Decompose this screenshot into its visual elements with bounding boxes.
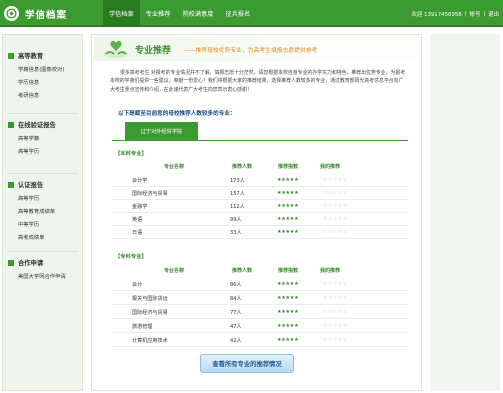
table-row: 英语 99人 ★★★★★ ☆☆☆☆☆ <box>112 214 408 226</box>
intro-paragraph: 很多高考考生 对报考的专业情况并不了解，填报志愿十分茫然，请您根据本校自身专业的… <box>110 70 406 93</box>
my-rating-stars[interactable]: ☆☆☆☆☆ <box>323 229 348 235</box>
table-row: 国际经济与贸易 157人 ★★★★★ ☆☆☆☆☆ <box>112 188 408 200</box>
table-row: 旅游管理 47人 ★★★★★ ☆☆☆☆☆ <box>112 321 408 333</box>
recommend-index-stars: ★★★★★ <box>277 216 299 222</box>
sidebar-item-degree[interactable]: 学历信息 <box>3 75 82 88</box>
sidebar-item-cert-transcript[interactable]: 高等教育成绩单 <box>3 204 82 217</box>
table-row: 国际经济与贸易 77人 ★★★★★ ☆☆☆☆☆ <box>112 307 408 319</box>
logo-text: 学信档案 <box>25 9 68 21</box>
sidebar-section-online-verify: 在线验证报告 高等学籍 高等学历 <box>3 118 82 157</box>
sidebar-section-higher-edu: 高等教育 学籍信息(图像校对) 学历信息 考研信息 <box>3 49 82 101</box>
heart-hands-icon <box>104 40 128 58</box>
table-row: 报关与国际货运 84人 ★★★★★ ☆☆☆☆☆ <box>112 293 408 305</box>
table-row: 会计学 173人 ★★★★★ ☆☆☆☆☆ <box>112 175 408 187</box>
recommend-index-stars: ★★★★★ <box>277 295 299 301</box>
square-bullet-icon <box>8 181 14 188</box>
recommend-index-stars: ★★★★★ <box>277 337 299 343</box>
sidebar-section-cooperation: 合作申请 美国大学网合作申请 <box>3 256 82 282</box>
page-title: 专业推荐 <box>135 46 172 56</box>
sidebar-section-title: 合作申请 <box>3 256 82 269</box>
square-bullet-icon <box>8 121 14 128</box>
my-rating-stars[interactable]: ☆☆☆☆☆ <box>323 177 348 183</box>
right-decor-column <box>430 34 500 391</box>
my-rating-stars[interactable]: ☆☆☆☆☆ <box>323 203 348 209</box>
user-area: 欢迎 13917456958 | 帐号 | 退出 <box>411 10 499 18</box>
sidebar-item-verify-degree[interactable]: 高等学历 <box>3 144 82 157</box>
my-rating-stars[interactable]: ☆☆☆☆☆ <box>323 216 348 222</box>
nav-item-conscription[interactable]: 征兵报名 <box>219 0 256 27</box>
table-row: 金融学 112人 ★★★★★ ☆☆☆☆☆ <box>112 201 408 213</box>
logout-link[interactable]: 退出 <box>488 10 499 18</box>
my-rating-stars[interactable]: ☆☆☆☆☆ <box>323 281 348 287</box>
nav-item-satisfaction[interactable]: 院校满意度 <box>177 0 220 27</box>
recommend-index-stars: ★★★★★ <box>277 309 299 315</box>
table-header: 专业名称 推荐人数 推荐指数 我的推荐 <box>164 268 341 274</box>
sidebar-item-cert-degree[interactable]: 高等学历 <box>3 191 82 204</box>
seal-logo-icon <box>4 6 19 21</box>
account-link[interactable]: 帐号 <box>470 10 481 18</box>
recommend-index-stars: ★★★★★ <box>277 281 299 287</box>
site-logo[interactable]: 学信档案 <box>4 4 67 23</box>
nav-item-archive[interactable]: 学信档案 <box>103 0 140 27</box>
main-nav: 学信档案 专业推荐 院校满意度 征兵报名 <box>103 0 256 27</box>
group-label-undergrad: 【本科专业】 <box>115 151 147 157</box>
view-all-recommendations-button[interactable]: 查看所有专业的推荐情况 <box>200 354 294 373</box>
table-row: 会计 86人 ★★★★★ ☆☆☆☆☆ <box>112 279 408 291</box>
my-rating-stars[interactable]: ☆☆☆☆☆ <box>323 309 348 315</box>
square-bullet-icon <box>8 52 14 59</box>
sidebar-item-verify-enrollment[interactable]: 高等学籍 <box>3 131 82 144</box>
page-banner: 专业推荐 ——推荐母校优势专业，为高考生填报志愿提供参考 <box>94 37 420 61</box>
page-subtitle: ——推荐母校优势专业，为高考生填报志愿提供参考 <box>184 48 318 54</box>
welcome-text: 欢迎 13917456958 <box>411 11 462 18</box>
recommend-heading: 以下是截至目前您的母校推荐人数较多的专业： <box>118 111 236 117</box>
tab-school[interactable]: 辽宁对外经贸学院 <box>125 122 198 140</box>
recommend-index-stars: ★★★★★ <box>277 190 299 196</box>
recommend-index-stars: ★★★★★ <box>277 323 299 329</box>
sidebar-item-us-university[interactable]: 美国大学网合作申请 <box>3 269 82 282</box>
nav-item-major-recommend[interactable]: 专业推荐 <box>140 0 177 27</box>
sidebar-section-certification: 认证报告 高等学历 高等教育成绩单 中等学历 高考成绩单 <box>3 178 82 243</box>
my-rating-stars[interactable]: ☆☆☆☆☆ <box>323 190 348 196</box>
main-content: 专业推荐 ——推荐母校优势专业，为高考生填报志愿提供参考 很多高考考生 对报考的… <box>91 34 422 391</box>
table-header: 专业名称 推荐人数 推荐指数 我的推荐 <box>164 164 341 170</box>
sidebar-item-cert-secondary[interactable]: 中等学历 <box>3 217 82 230</box>
group-label-vocational: 【专科专业】 <box>115 254 147 260</box>
recommend-index-stars: ★★★★★ <box>277 203 299 209</box>
top-navbar: 学信档案 学信档案 专业推荐 院校满意度 征兵报名 欢迎 13917456958… <box>0 0 503 27</box>
square-bullet-icon <box>8 259 14 266</box>
sidebar-item-postgrad[interactable]: 考研信息 <box>3 88 82 101</box>
table-row: 计算机应用技术 42人 ★★★★★ ☆☆☆☆☆ <box>112 335 408 347</box>
tab-underline <box>112 140 408 141</box>
sidebar-section-title: 认证报告 <box>3 178 82 191</box>
my-rating-stars[interactable]: ☆☆☆☆☆ <box>323 323 348 329</box>
sidebar-item-cert-gaokao[interactable]: 高考成绩单 <box>3 230 82 243</box>
recommend-index-stars: ★★★★★ <box>277 177 299 183</box>
recommend-index-stars: ★★★★★ <box>277 229 299 235</box>
sidebar: 高等教育 学籍信息(图像校对) 学历信息 考研信息 在线验证报告 高等学籍 高等… <box>2 34 83 391</box>
table-row: 日语 33人 ★★★★★ ☆☆☆☆☆ <box>112 227 408 239</box>
my-rating-stars[interactable]: ☆☆☆☆☆ <box>323 337 348 343</box>
my-rating-stars[interactable]: ☆☆☆☆☆ <box>323 295 348 301</box>
sidebar-section-title: 在线验证报告 <box>3 118 82 131</box>
sidebar-section-title: 高等教育 <box>3 49 82 62</box>
sidebar-item-enrollment[interactable]: 学籍信息(图像校对) <box>3 62 82 75</box>
